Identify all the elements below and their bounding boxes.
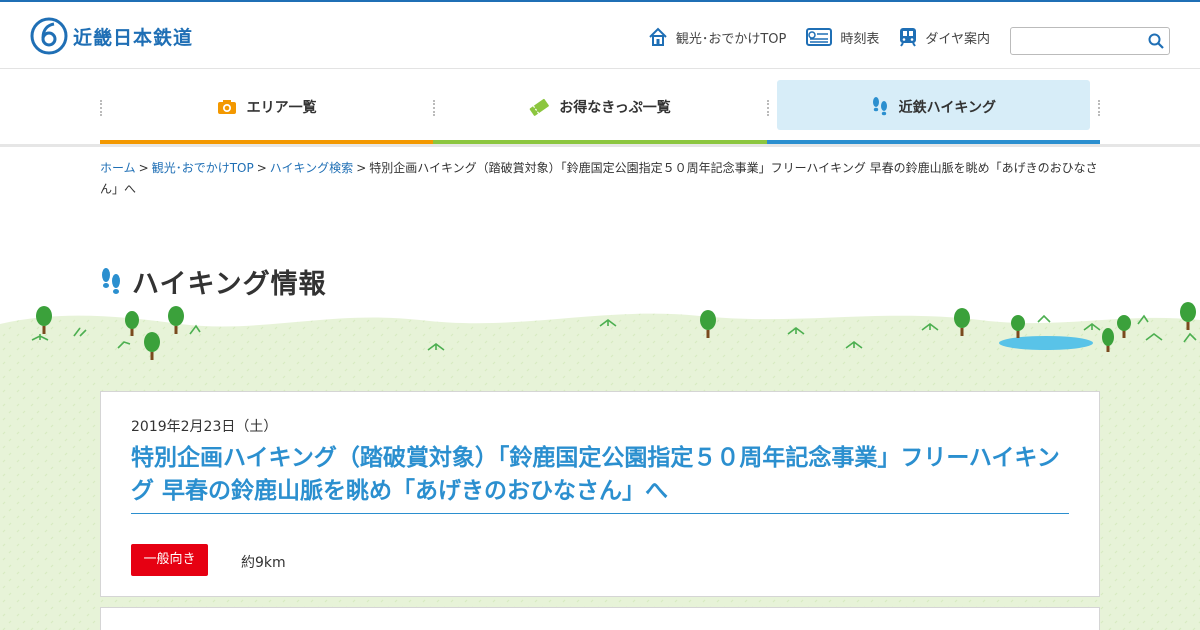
event-title: 特別企画ハイキング（踏破賞対象）「鈴鹿国定公園指定５０周年記念事業」フリーハイキ… bbox=[131, 445, 1060, 504]
difficulty-badge: 一般向き bbox=[131, 544, 208, 576]
event-distance: 約9km bbox=[241, 555, 286, 571]
nav-divider bbox=[100, 100, 102, 116]
header-nav-timetable[interactable]: 時刻表 bbox=[806, 28, 879, 47]
header-nav-label: ダイヤ案内 bbox=[925, 31, 990, 47]
footprints-icon bbox=[102, 267, 120, 294]
header-nav-sightseeing-top[interactable]: 観光･おでかけTOP bbox=[648, 27, 787, 47]
gnav-label: お得なきっぷ一覧 bbox=[559, 100, 671, 116]
gnav-bottom-rule bbox=[0, 144, 1200, 147]
breadcrumb-sightseeing-top[interactable]: 観光･おでかけTOP bbox=[152, 161, 254, 175]
kintetsu-logo-icon bbox=[30, 17, 68, 55]
breadcrumb-hiking-search[interactable]: ハイキング検索 bbox=[270, 161, 353, 175]
nav-divider bbox=[1098, 100, 1100, 116]
header-nav-diagram[interactable]: ダイヤ案内 bbox=[899, 27, 990, 47]
global-nav: エリア一覧 お得なきっぷ一覧 近鉄ハイキング bbox=[100, 78, 1100, 144]
next-content-card bbox=[100, 607, 1100, 630]
site-logo[interactable]: 近畿日本鉄道 bbox=[30, 17, 193, 55]
breadcrumb-separator: > bbox=[256, 161, 267, 175]
search-button[interactable] bbox=[1148, 33, 1164, 53]
logo-text: 近畿日本鉄道 bbox=[73, 26, 194, 49]
gnav-label: エリア一覧 bbox=[246, 100, 317, 116]
page-title: ハイキング情報 bbox=[132, 269, 327, 300]
breadcrumb-home[interactable]: ホーム bbox=[100, 161, 136, 175]
home-icon bbox=[649, 27, 667, 46]
search-input[interactable] bbox=[1011, 28, 1139, 54]
breadcrumb-separator: > bbox=[356, 161, 367, 175]
gnav-area-list[interactable]: エリア一覧 bbox=[100, 78, 434, 144]
header-nav-label: 観光･おでかけTOP bbox=[675, 31, 787, 47]
timetable-icon bbox=[806, 28, 833, 46]
train-icon bbox=[900, 28, 917, 47]
gnav-ticket-list[interactable]: お得なきっぷ一覧 bbox=[433, 78, 767, 144]
footprints-icon bbox=[872, 97, 887, 116]
hiking-event-card: 2019年2月23日（土） 特別企画ハイキング（踏破賞対象）「鈴鹿国定公園指定５… bbox=[100, 391, 1100, 597]
nav-divider bbox=[433, 100, 436, 116]
event-date: 2019年2月23日（土） bbox=[131, 419, 278, 435]
search-icon bbox=[1148, 33, 1164, 49]
nav-divider bbox=[766, 100, 769, 116]
site-search bbox=[1010, 27, 1170, 55]
ticket-icon bbox=[529, 98, 550, 116]
header-nav-label: 時刻表 bbox=[840, 31, 880, 47]
breadcrumb: ホーム > 観光･おでかけTOP > ハイキング検索 > 特別企画ハイキング（踏破賞対象）「… bbox=[100, 158, 1100, 200]
breadcrumb-separator: > bbox=[138, 161, 149, 175]
header-nav: 観光･おでかけTOP 時刻表 ダイヤ案内 bbox=[628, 27, 990, 47]
site-header: 近畿日本鉄道 観光･おでかけTOP 時刻表 ダイヤ案内 bbox=[0, 2, 1200, 69]
title-underline bbox=[131, 513, 1069, 514]
gnav-label: 近鉄ハイキング bbox=[898, 100, 996, 116]
gnav-kintetsu-hiking[interactable]: 近鉄ハイキング bbox=[766, 78, 1100, 144]
pond-shape bbox=[999, 336, 1093, 350]
camera-icon bbox=[217, 100, 236, 114]
page-heading: ハイキング情報 bbox=[100, 262, 327, 301]
